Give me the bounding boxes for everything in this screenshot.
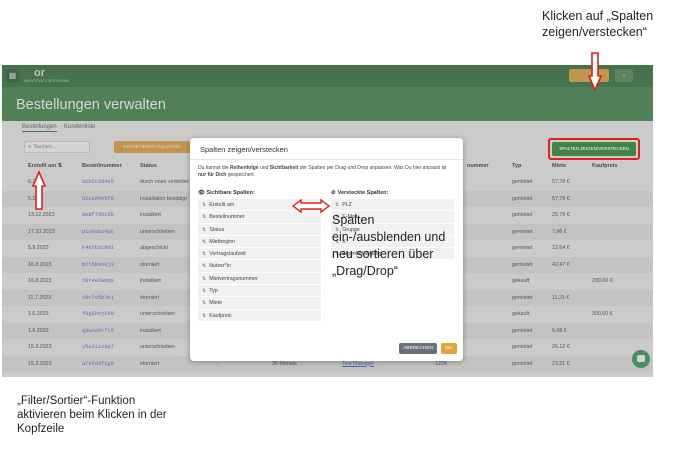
column-label: Typ (209, 288, 218, 295)
annotation-filter-sort: „Filter/Sortier“-Funktion aktivieren bei… (17, 395, 167, 435)
drag-handle-icon[interactable]: ⇅ (202, 288, 206, 294)
visible-columns-heading: 👁 Sichtbare Spalten: (198, 190, 255, 196)
annotation-drag-drop: Spalten ein-/ausblenden und neu sortiere… (332, 213, 446, 278)
drag-handle-icon[interactable]: ⇅ (202, 313, 206, 319)
column-label: Kaufpreis (209, 312, 232, 319)
drag-handle-icon[interactable]: ⇅ (202, 239, 206, 245)
arrow-down-icon (588, 52, 602, 92)
drag-handle-icon[interactable]: ⇅ (202, 263, 206, 269)
column-label: Mietbeginn (209, 238, 236, 245)
visible-column-item-5[interactable]: ⇅ Nutzer*in (198, 260, 321, 273)
modal-divider (190, 159, 463, 160)
drag-handle-icon[interactable]: ⇅ (202, 300, 206, 306)
column-label: Nutzer*in (209, 263, 231, 270)
visible-column-item-9[interactable]: ⇅ Kaufpreis (198, 309, 321, 322)
drag-handle-icon[interactable]: ⇅ (202, 251, 206, 257)
visible-column-item-8[interactable]: ⇅ Miete (198, 297, 321, 310)
app-window: ▦ or MARKTPLATZ DER WÄRME ⌄ Bestellungen… (2, 65, 653, 377)
annotation-top-line2: zeigen/verstecken“ (542, 25, 647, 39)
visible-column-item-2[interactable]: ⇅ Status (198, 223, 321, 236)
desc-bold-3: nur für Dich (198, 172, 227, 178)
modal-description: Du kannst die Reihenfolge und Sichtbarke… (198, 165, 456, 179)
visible-column-item-6[interactable]: ⇅ Mietvertragsnummer (198, 272, 321, 286)
visible-column-item-4[interactable]: ⇅ Vertragslaufzeit (198, 248, 321, 261)
desc-part-3: der Spalten per Drag und Drop anpassen. … (298, 165, 447, 171)
arrow-left-right-icon (292, 199, 330, 213)
arrow-up-icon (32, 170, 46, 210)
column-label: Miete (209, 300, 223, 307)
hidden-column-item-0[interactable]: ⇅ PLZ (331, 199, 454, 212)
drag-handle-icon[interactable]: ⇅ (335, 202, 339, 208)
visible-column-item-3[interactable]: ⇅ Mietbeginn (198, 235, 321, 249)
column-label: Status (209, 226, 225, 233)
desc-bold-1: Reihenfolge (229, 165, 259, 171)
visible-column-item-7[interactable]: ⇅ Typ (198, 285, 321, 298)
desc-part-2: und (258, 165, 270, 171)
columns-button-highlight (548, 138, 640, 160)
desc-part-4: gespeichert. (226, 172, 255, 178)
column-label: PLZ (342, 202, 352, 208)
drag-handle-icon[interactable]: ⇅ (202, 214, 206, 220)
visible-columns-list: ⇅ Erstellt am ⇅ Bestellnummer ⇅ Status ⇅ Mietbe… (198, 199, 321, 322)
column-label: Mietvertragsnummer (209, 275, 258, 282)
annotation-top-line1: Klicken auf „Spalten (542, 9, 654, 23)
drag-handle-icon[interactable]: ⇅ (202, 227, 206, 233)
column-label: Erstellt am (209, 202, 235, 208)
hidden-columns-label: Versteckte Spalten: (337, 190, 389, 196)
drag-handle-icon[interactable]: ⇅ (202, 276, 206, 282)
ok-button[interactable]: OK (441, 343, 457, 354)
drag-handle-icon[interactable]: ⇅ (202, 202, 206, 208)
modal-title: Spalten zeigen/verstecken (200, 145, 288, 154)
annotation-columns-button: Klicken auf „Spalten zeigen/verstecken“ (542, 8, 682, 40)
desc-part-1: Du kannst die (198, 165, 230, 171)
column-label: Bestellnummer (209, 214, 245, 221)
screenshot-stage: Klicken auf „Spalten zeigen/verstecken“ … (0, 0, 688, 450)
eye-slash-icon: ⊘ (331, 190, 336, 196)
cancel-button[interactable]: ABBRECHEN (399, 343, 437, 354)
hidden-columns-heading: ⊘ Versteckte Spalten: (331, 190, 388, 196)
desc-bold-2: Sichtbarkeit (269, 165, 299, 171)
visible-column-item-1[interactable]: ⇅ Bestellnummer (198, 211, 321, 224)
column-label: Vertragslaufzeit (209, 251, 246, 258)
